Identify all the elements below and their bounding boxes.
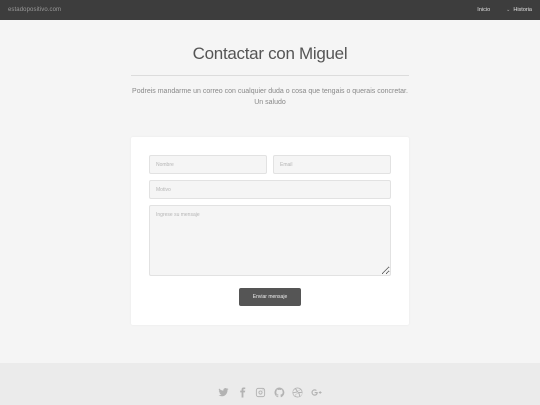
navbar: estadopositivo.com Inicio ⌄ Historia — [0, 0, 540, 20]
github-link[interactable] — [274, 386, 285, 398]
page-title: Contactar con Miguel — [192, 44, 348, 63]
facebook-icon — [239, 386, 245, 398]
nav-links: Inicio ⌄ Historia — [477, 7, 532, 13]
nav-link-historia[interactable]: ⌄ Historia — [506, 7, 532, 13]
dribbble-icon — [292, 386, 303, 398]
chevron-down-icon: ⌄ — [506, 7, 511, 13]
dribbble-link[interactable] — [292, 386, 303, 398]
facebook-link[interactable] — [237, 386, 248, 398]
intro-closing: Un saludo — [254, 99, 286, 106]
google-plus-link[interactable] — [311, 387, 322, 398]
instagram-link[interactable] — [255, 387, 266, 398]
google-plus-icon — [311, 388, 322, 396]
title-divider — [131, 75, 409, 76]
brand-link[interactable]: estadopositivo.com — [8, 7, 61, 13]
email-field[interactable] — [273, 155, 391, 174]
twitter-icon — [218, 387, 229, 396]
instagram-icon — [256, 387, 266, 397]
twitter-link[interactable] — [218, 387, 229, 398]
intro-line: Podreis mandarme un correo con cualquier… — [132, 88, 408, 95]
subject-field[interactable] — [149, 180, 391, 199]
github-icon — [274, 386, 285, 397]
social-links — [218, 385, 322, 399]
name-field[interactable] — [149, 155, 267, 174]
intro-text: Podreis mandarme un correo con cualquier… — [120, 86, 420, 108]
message-textarea[interactable] — [149, 205, 391, 276]
submit-button[interactable]: Enviar mensaje — [239, 288, 301, 306]
nav-link-inicio[interactable]: Inicio — [477, 7, 490, 13]
nav-link-label: Historia — [513, 7, 532, 13]
nav-link-label: Inicio — [477, 7, 491, 13]
